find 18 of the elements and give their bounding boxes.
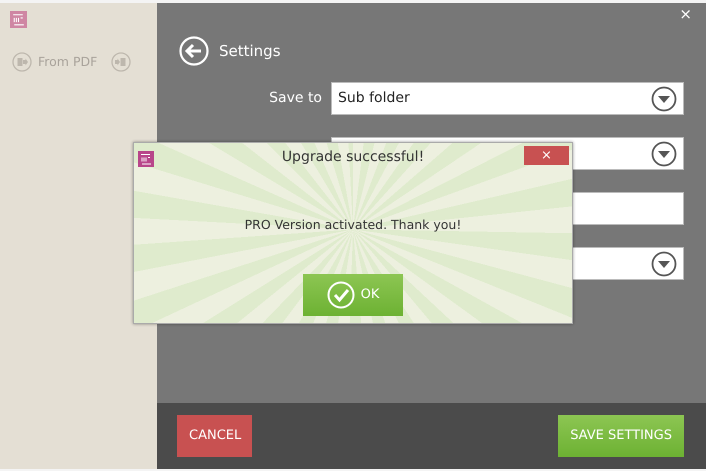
pdf-logo-icon <box>138 151 154 167</box>
cancel-button[interactable]: CANCEL <box>177 415 252 457</box>
convert-icon <box>12 52 32 72</box>
close-button[interactable]: × <box>524 146 569 165</box>
dropdown-icon[interactable] <box>651 86 677 112</box>
close-button[interactable]: × <box>675 3 696 26</box>
convert-icon <box>111 52 132 72</box>
settings-title: Settings <box>219 40 281 62</box>
check-icon <box>326 280 355 309</box>
dropdown-field[interactable]: Sub folder <box>331 82 684 115</box>
field-label: Save to <box>269 89 322 108</box>
dialog-title: Upgrade successful! <box>282 148 424 167</box>
ok-button[interactable]: OK <box>303 274 403 316</box>
dropdown-icon[interactable] <box>651 140 677 166</box>
dropdown-icon[interactable] <box>651 250 677 276</box>
dialog-message: PRO Version activated. Thank you! <box>244 216 462 234</box>
pdf-logo-icon <box>10 11 27 28</box>
save-button[interactable]: SAVE SETTINGS <box>558 415 684 457</box>
